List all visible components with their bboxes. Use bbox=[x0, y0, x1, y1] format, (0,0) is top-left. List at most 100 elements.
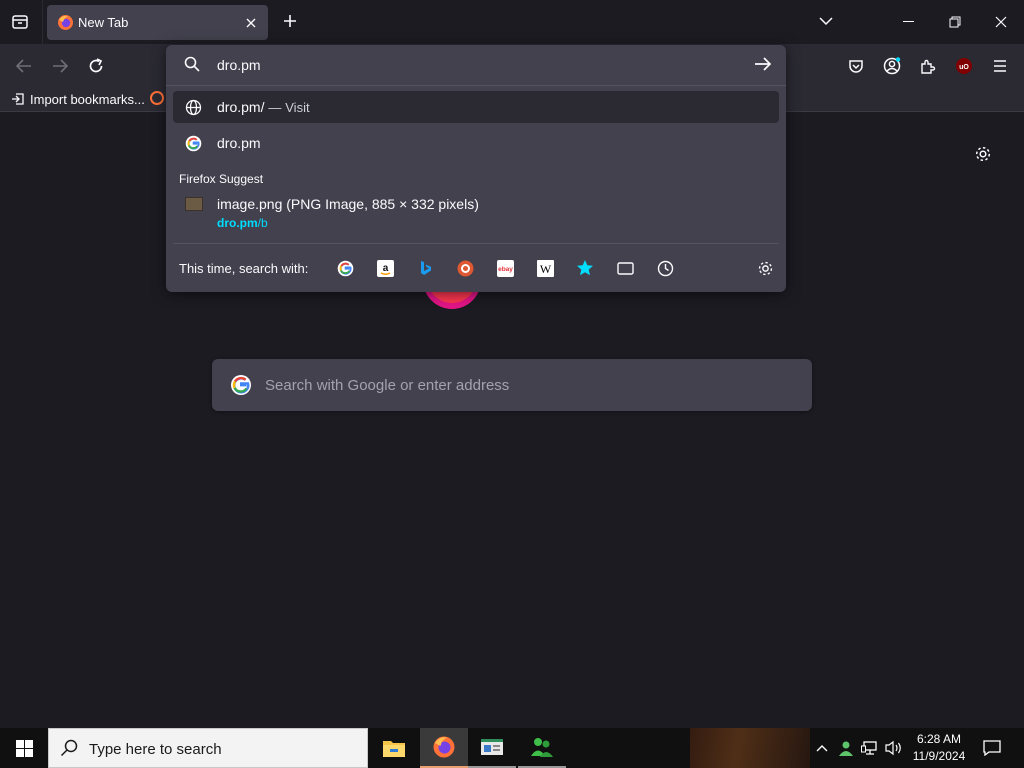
forward-arrow-icon bbox=[53, 59, 68, 73]
google-icon bbox=[185, 135, 202, 152]
suggestion-google-row[interactable]: dro.pm bbox=[173, 127, 779, 159]
image-thumbnail-icon bbox=[185, 197, 203, 211]
clock-time: 6:28 AM bbox=[916, 732, 962, 746]
firefox-view-icon bbox=[12, 15, 28, 29]
one-off-search-label: This time, search with: bbox=[179, 261, 309, 276]
people-icon bbox=[531, 738, 553, 757]
puzzle-icon bbox=[921, 59, 936, 74]
pocket-icon bbox=[849, 60, 863, 73]
back-button[interactable] bbox=[10, 52, 38, 80]
forward-button[interactable] bbox=[46, 52, 74, 80]
bookmarks-star-icon[interactable] bbox=[574, 257, 596, 279]
ublock-origin-button[interactable]: uO bbox=[950, 52, 978, 80]
tab-separator bbox=[42, 0, 43, 44]
firefox-taskbar-button[interactable] bbox=[420, 728, 468, 768]
restore-button[interactable] bbox=[932, 4, 978, 40]
ebay-icon[interactable]: ebay bbox=[494, 257, 516, 279]
tabs-icon[interactable] bbox=[614, 257, 636, 279]
search-icon bbox=[60, 739, 78, 757]
suggestion-image-row[interactable]: image.png (PNG Image, 885 × 332 pixels) … bbox=[173, 191, 779, 235]
account-icon bbox=[883, 57, 901, 75]
suggestion-google-text: dro.pm bbox=[217, 135, 261, 151]
window-app-icon bbox=[481, 739, 503, 755]
people-app-taskbar-button[interactable] bbox=[518, 728, 566, 768]
import-bookmarks-label: Import bookmarks... bbox=[30, 91, 145, 107]
svg-text:uO: uO bbox=[959, 64, 969, 71]
extensions-button[interactable] bbox=[914, 52, 942, 80]
list-all-tabs-button[interactable] bbox=[815, 10, 837, 32]
clock-date: 11/9/2024 bbox=[912, 749, 966, 763]
tab-title: New Tab bbox=[78, 15, 129, 30]
firefox-icon bbox=[433, 736, 455, 758]
ublock-icon: uO bbox=[956, 58, 972, 74]
firefox-view-button[interactable] bbox=[4, 6, 36, 38]
close-icon bbox=[995, 16, 1007, 28]
network-icon bbox=[861, 741, 877, 755]
minimize-button[interactable] bbox=[886, 4, 932, 40]
start-button[interactable] bbox=[0, 728, 48, 768]
bookmark-favicon-icon[interactable] bbox=[150, 90, 164, 106]
url-input-value[interactable]: dro.pm bbox=[217, 57, 261, 73]
close-tab-icon[interactable] bbox=[242, 14, 259, 31]
hamburger-menu-icon bbox=[994, 60, 1006, 72]
svg-text:W: W bbox=[539, 262, 551, 276]
taskbar-search-placeholder: Type here to search bbox=[89, 741, 222, 758]
bing-icon[interactable] bbox=[414, 257, 436, 279]
suggestion-image-path: /b bbox=[257, 216, 268, 230]
search-settings-gear-icon[interactable] bbox=[754, 257, 776, 279]
import-bookmarks-button[interactable]: Import bookmarks... bbox=[11, 90, 145, 108]
go-button[interactable] bbox=[754, 56, 772, 72]
search-placeholder: Search with Google or enter address bbox=[265, 377, 510, 394]
globe-icon bbox=[185, 99, 202, 116]
firefox-favicon-icon bbox=[57, 14, 74, 31]
gear-icon bbox=[975, 146, 991, 162]
notification-icon bbox=[983, 740, 1001, 756]
suggestion-image-title: image.png (PNG Image, 885 × 332 pixels) bbox=[217, 196, 479, 212]
app-menu-button[interactable] bbox=[986, 52, 1014, 80]
import-icon bbox=[12, 93, 24, 105]
go-arrow-icon bbox=[755, 57, 772, 71]
network-tray-icon[interactable] bbox=[860, 738, 880, 758]
suggestion-visit-row[interactable]: dro.pm/ — Visit bbox=[173, 91, 779, 123]
duckduckgo-icon[interactable] bbox=[454, 257, 476, 279]
url-bar-dropdown: dro.pm dro.pm/ — Visit dro.pm Firefox Su… bbox=[166, 45, 786, 292]
page-settings-button[interactable] bbox=[972, 143, 994, 165]
taskbar-search-box[interactable]: Type here to search bbox=[48, 728, 368, 768]
suggestion-image-url: dro.pm/b bbox=[217, 216, 268, 230]
suggestion-separator: — bbox=[268, 100, 282, 115]
tab-new-tab[interactable]: New Tab bbox=[47, 5, 268, 40]
plus-icon bbox=[284, 15, 296, 27]
url-input[interactable]: dro.pm bbox=[166, 45, 786, 85]
windows-logo-icon bbox=[15, 739, 33, 757]
firefox-suggest-heading: Firefox Suggest bbox=[179, 172, 264, 186]
suggestion-url: dro.pm/ bbox=[217, 99, 265, 115]
wikipedia-icon[interactable]: W bbox=[534, 257, 556, 279]
new-tab-button[interactable] bbox=[279, 10, 301, 32]
back-arrow-icon bbox=[16, 59, 31, 73]
windows-taskbar: Type here to search 6:28 AM 11/9/2024 bbox=[0, 728, 1024, 768]
volume-tray-icon[interactable] bbox=[884, 738, 904, 758]
notification-center-button[interactable] bbox=[980, 736, 1004, 760]
search-icon bbox=[184, 56, 200, 72]
folder-icon bbox=[383, 741, 405, 757]
suggestion-image-domain: dro.pm bbox=[217, 216, 258, 230]
user-tray-icon[interactable] bbox=[836, 738, 856, 758]
google-icon[interactable] bbox=[334, 257, 356, 279]
reload-icon bbox=[89, 58, 103, 73]
google-icon bbox=[229, 373, 253, 397]
show-hidden-icons-button[interactable] bbox=[812, 738, 832, 758]
page-search-box[interactable]: Search with Google or enter address bbox=[212, 359, 812, 411]
suggestion-action: Visit bbox=[285, 100, 310, 115]
pocket-button[interactable] bbox=[842, 52, 870, 80]
svg-text:a: a bbox=[382, 263, 388, 274]
history-icon[interactable] bbox=[654, 257, 676, 279]
amazon-icon[interactable]: a bbox=[374, 257, 396, 279]
close-window-button[interactable] bbox=[978, 4, 1024, 40]
divider bbox=[173, 243, 779, 244]
file-explorer-taskbar-button[interactable] bbox=[370, 728, 418, 768]
svg-text:ebay: ebay bbox=[498, 266, 513, 273]
taskbar-clock[interactable]: 6:28 AM 11/9/2024 bbox=[908, 731, 970, 765]
reload-button[interactable] bbox=[82, 52, 110, 80]
account-button[interactable] bbox=[878, 52, 906, 80]
app-taskbar-button[interactable] bbox=[468, 728, 516, 768]
